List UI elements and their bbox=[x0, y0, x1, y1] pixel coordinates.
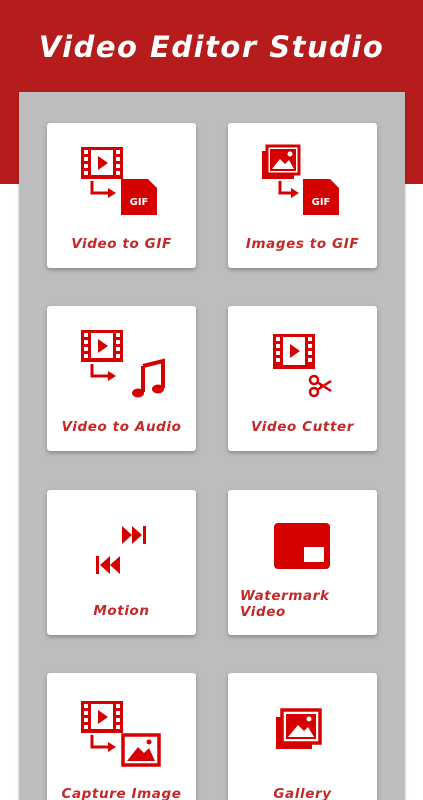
menu-panel: GIF Video to GIF GIF Images to GIF Video… bbox=[19, 92, 405, 800]
images-to-gif-button[interactable]: GIF Images to GIF bbox=[228, 123, 377, 268]
capture-image-icon bbox=[81, 701, 161, 767]
gallery-label: Gallery bbox=[273, 786, 332, 800]
motion-button[interactable]: Motion bbox=[47, 490, 196, 635]
svg-text:GIF: GIF bbox=[130, 197, 149, 208]
capture-image-label: Capture Image bbox=[61, 786, 182, 800]
video-to-audio-label: Video to Audio bbox=[61, 419, 182, 435]
motion-label: Motion bbox=[93, 603, 150, 619]
motion-icon bbox=[96, 526, 146, 574]
images-to-gif-label: Images to GIF bbox=[245, 236, 360, 252]
video-to-gif-icon: GIF bbox=[81, 147, 157, 215]
video-to-gif-label: Video to GIF bbox=[71, 236, 172, 252]
capture-image-button[interactable]: Capture Image bbox=[47, 673, 196, 800]
images-to-gif-icon: GIF bbox=[262, 144, 339, 215]
gallery-button[interactable]: Gallery bbox=[228, 673, 377, 800]
video-to-audio-icon bbox=[81, 330, 165, 398]
watermark-icon bbox=[274, 523, 330, 569]
watermark-video-button[interactable]: Watermark Video bbox=[228, 490, 377, 635]
svg-text:GIF: GIF bbox=[312, 197, 331, 208]
video-cutter-button[interactable]: Video Cutter bbox=[228, 306, 377, 451]
gallery-icon bbox=[276, 708, 322, 749]
video-cutter-icon bbox=[273, 334, 332, 398]
watermark-video-label: Watermark Video bbox=[240, 588, 330, 620]
video-to-gif-button[interactable]: GIF Video to GIF bbox=[47, 123, 196, 268]
video-cutter-label: Video Cutter bbox=[250, 419, 355, 435]
video-to-audio-button[interactable]: Video to Audio bbox=[47, 306, 196, 451]
app-title: Video Editor Studio bbox=[38, 30, 385, 64]
